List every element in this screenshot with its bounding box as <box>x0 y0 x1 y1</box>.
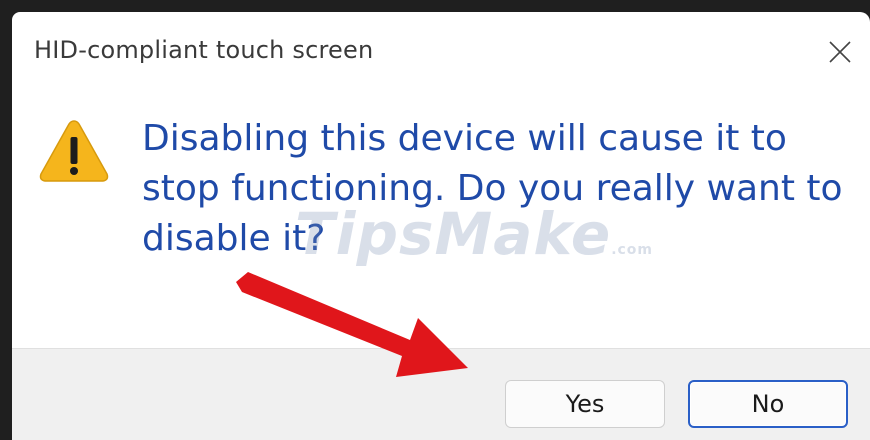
close-icon <box>829 41 851 63</box>
yes-button[interactable]: Yes <box>505 380 665 428</box>
no-button[interactable]: No <box>688 380 848 428</box>
warning-icon <box>39 120 109 182</box>
dialog-message: Disabling this device will cause it to s… <box>142 118 843 259</box>
confirm-dialog: HID-compliant touch screen Disabling thi… <box>12 12 870 440</box>
window-frame: HID-compliant touch screen Disabling thi… <box>0 0 870 440</box>
button-bar: Yes No <box>12 348 870 440</box>
title-bar: HID-compliant touch screen <box>12 12 870 92</box>
dialog-content: Disabling this device will cause it to s… <box>12 92 870 348</box>
dialog-title: HID-compliant touch screen <box>34 36 374 64</box>
close-button[interactable] <box>818 30 862 74</box>
